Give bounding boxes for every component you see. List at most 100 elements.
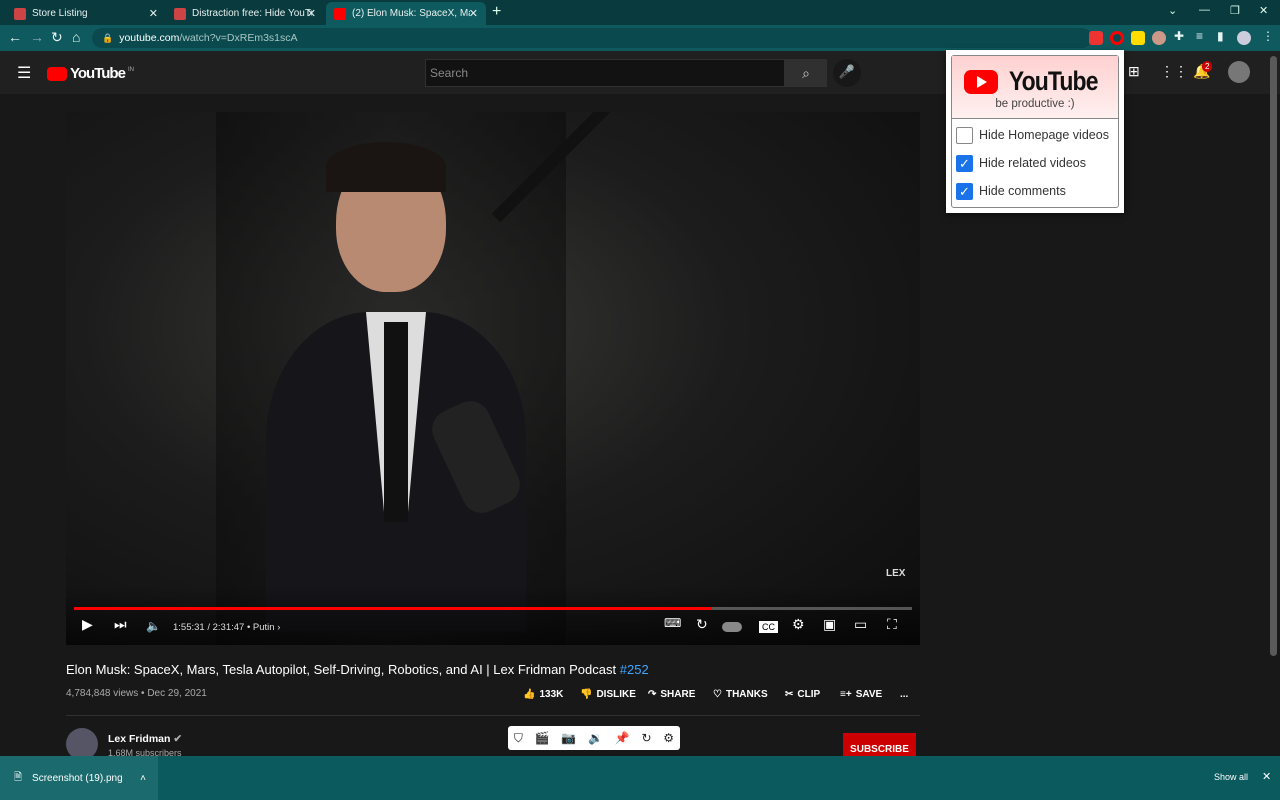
tab-distraction-free[interactable]: Distraction free: Hide YouTube cc✕ [166,2,324,25]
miniplayer-icon[interactable]: ▣ [823,616,836,633]
fullscreen-icon[interactable]: ⛶ [887,616,897,633]
close-tab-icon[interactable]: ✕ [469,7,478,20]
mic-icon[interactable]: 🎤 [833,59,861,87]
close-window-button[interactable]: ✕ [1259,4,1268,17]
minimize-button[interactable]: — [1199,4,1210,16]
restore-button[interactable]: ❐ [1230,4,1240,17]
video-player[interactable]: LEX ▶ ⏭ 🔈 1:55:31 / 2:31:47 • Putin › ⌨ … [66,112,920,645]
distraction-free-extension-icon[interactable] [1110,31,1124,45]
show-all-button[interactable]: Show all [1214,772,1248,782]
progress-fill [74,607,712,610]
video-frame-person [266,132,526,632]
download-item[interactable]: 🗎 Screenshot (19).png ˄ [0,756,158,800]
channel-name[interactable]: Lex Fridman ✔ [108,733,182,745]
hashtag-link[interactable]: #252 [620,662,649,677]
verified-icon: ✔ [173,733,183,745]
close-tab-icon[interactable]: ✕ [307,7,316,20]
tab-search-icon[interactable]: ⌄ [1168,4,1177,17]
address-bar[interactable]: 🔒 youtube.com/watch?v=DxREm3s1scA [92,28,1092,48]
close-download-bar-icon[interactable]: ✕ [1262,770,1271,783]
option-hide-homepage-videos[interactable]: Hide Homepage videos [952,121,1118,149]
notification-badge: 2 [1202,61,1213,72]
playlist-add-icon: ≡+ [840,689,852,700]
video-title: Elon Musk: SpaceX, Mars, Tesla Autopilot… [66,662,649,677]
video-meta: 4,784,848 views • Dec 29, 2021 [66,688,207,699]
dislike-button[interactable]: 👎 DISLIKE [580,689,636,700]
popup-tagline: be productive :) [995,98,1075,110]
captions-button[interactable]: CC [759,621,778,633]
youtube-logo[interactable]: YouTube IN [47,65,134,82]
play-button[interactable]: ▶ [82,616,93,633]
theater-mode-icon[interactable]: ▭ [854,616,867,633]
tab-youtube[interactable]: (2) Elon Musk: SpaceX, Mars, Tesl✕ [326,2,486,25]
volume-icon[interactable]: 🔈 [146,619,161,633]
checkbox-hide-homepage[interactable] [956,126,973,144]
thanks-button[interactable]: ♡ THANKS [713,689,768,700]
camera-icon[interactable]: 📷 [561,731,576,745]
media-icon[interactable]: ≡ [1196,29,1203,43]
floating-toolbar: ⛉ 🎬 📷 🔉 📌 ↻ ⚙ [508,726,680,750]
new-tab-button[interactable]: + [492,3,501,21]
extension-popup: YouTube be productive :) Hide Homepage v… [946,50,1124,213]
youtube-icon [334,7,346,20]
autoplay-toggle[interactable] [722,622,742,632]
loop-icon[interactable]: ↻ [696,616,708,633]
reload-button[interactable]: ↻ [51,29,63,46]
chapter-button[interactable]: Putin [253,622,275,633]
scissors-icon: ✂ [785,689,794,700]
thumbs-up-icon: 👍 [523,689,536,700]
thanks-icon: ♡ [713,689,722,700]
progress-bar[interactable] [74,607,912,610]
home-button[interactable]: ⌂ [72,29,80,45]
youtube-logo-icon [47,66,67,81]
side-panel-icon[interactable]: ▮ [1217,29,1224,43]
search-input[interactable]: Search [425,59,785,87]
tab-store-listing[interactable]: Store Listing ✕ [6,2,166,25]
option-hide-related-videos[interactable]: ✓ Hide related videos [952,149,1118,177]
refresh-icon[interactable]: ↻ [641,731,651,745]
extension-icon[interactable] [1131,31,1145,45]
popup-youtube-logo: YouTube [952,56,1118,97]
share-button[interactable]: ↷ SHARE [648,689,695,700]
download-bar: 🗎 Screenshot (19).png ˄ Show all ✕ [0,756,1280,800]
option-hide-comments[interactable]: ✓ Hide comments [952,177,1118,205]
file-icon: 🗎 [14,771,23,783]
more-button[interactable]: ... [900,689,908,700]
divider [66,715,920,716]
hamburger-menu-icon[interactable]: ☰ [17,63,31,83]
store-icon [174,7,186,20]
shield-icon[interactable]: ⛉ [514,731,523,746]
youtube-play-icon [964,69,999,94]
save-button[interactable]: ≡+ SAVE [840,689,882,700]
settings-icon[interactable]: ⚙ [663,731,674,745]
checkbox-hide-related[interactable]: ✓ [956,154,973,172]
scrollbar[interactable] [1270,56,1277,656]
account-avatar[interactable] [1228,61,1250,83]
share-icon: ↷ [648,689,657,700]
profile-avatar[interactable] [1237,31,1251,45]
apps-grid-icon[interactable]: ⋮⋮ [1160,63,1188,80]
clip-button[interactable]: ✂ CLIP [785,689,820,700]
chevron-up-icon[interactable]: ˄ [140,773,146,784]
volume-icon[interactable]: 🔉 [588,731,603,745]
create-video-icon[interactable]: ⊞ [1128,63,1140,80]
extension-icon[interactable] [1152,31,1166,45]
close-tab-icon[interactable]: ✕ [149,7,158,20]
keyboard-icon[interactable]: ⌨ [664,616,681,630]
settings-gear-icon[interactable]: ⚙ [792,616,805,633]
puzzle-extensions-icon[interactable]: ✚ [1174,29,1184,43]
search-button[interactable]: ⌕ [785,59,827,87]
forward-button[interactable]: → [30,29,44,45]
checkbox-hide-comments[interactable]: ✓ [956,182,973,200]
pin-icon[interactable]: 📌 [615,731,630,745]
back-button[interactable]: ← [8,29,22,45]
like-button[interactable]: 👍 133K [523,689,563,700]
subscribe-button[interactable]: SUBSCRIBE [843,733,916,758]
lock-icon: 🔒 [102,32,114,43]
menu-icon[interactable]: ⋮ [1262,29,1274,43]
extension-icon[interactable] [1089,31,1103,45]
next-button[interactable]: ⏭ [114,616,127,633]
store-icon [14,7,26,20]
lex-watermark: LEX [886,568,906,579]
clapperboard-icon[interactable]: 🎬 [535,731,550,745]
